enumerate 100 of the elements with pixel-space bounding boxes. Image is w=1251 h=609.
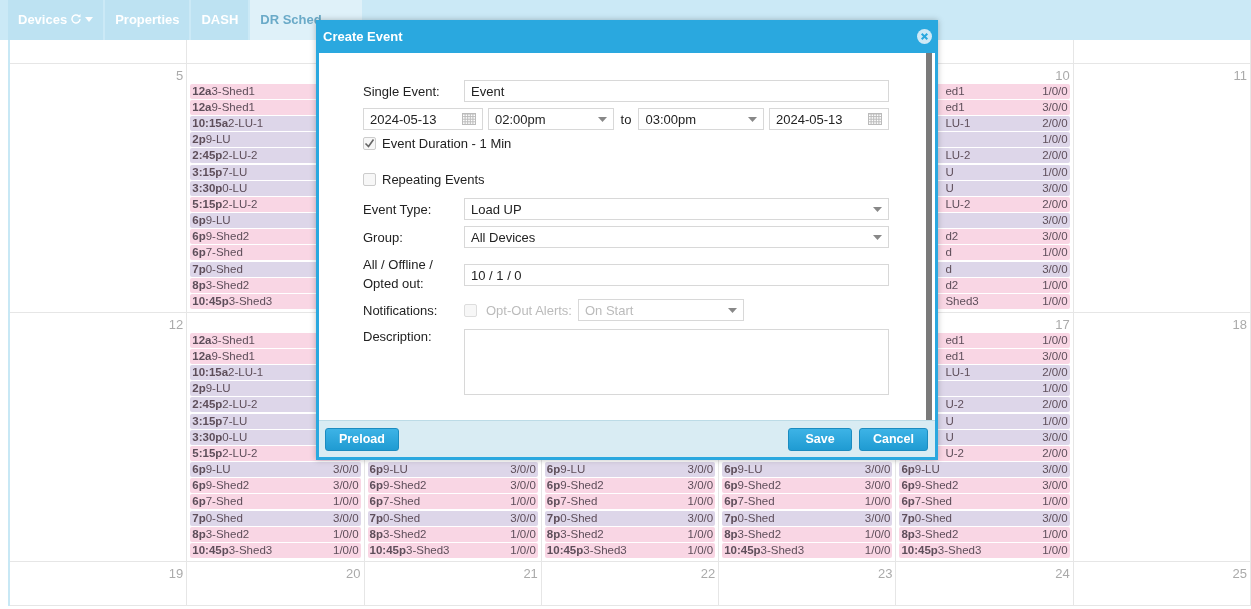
calendar-event[interactable]: 6p9-Shed2 3/0/0	[190, 478, 361, 494]
event-label: 7p0-Shed	[369, 510, 421, 526]
calendar-event[interactable]: 6p9-LU 3/0/0	[722, 462, 893, 478]
date-field[interactable]: 2024-05-13	[363, 108, 483, 130]
calendar-event[interactable]: 10:45p3-Shed3 1/0/0	[367, 543, 538, 558]
event-label: LU-1	[945, 115, 971, 131]
day-number: 24	[1055, 564, 1070, 581]
event-count: 1/0/0	[333, 526, 359, 542]
calendar-event[interactable]: 7p0-Shed 3/0/0	[190, 510, 361, 526]
event-label: 6p9-Shed2	[546, 478, 604, 494]
event-label: 12a9-Shed1	[192, 99, 255, 115]
checkbox[interactable]	[363, 137, 376, 150]
calendar-event[interactable]: 8p3-Shed2 1/0/0	[722, 526, 893, 542]
to-label: to	[620, 111, 632, 127]
calendar-event[interactable]: 6p7-Shed 1/0/0	[899, 494, 1070, 510]
day-number: 23	[877, 564, 893, 581]
event-label: d	[945, 245, 952, 261]
caret-icon	[873, 206, 882, 212]
event-label: 6p9-LU	[192, 213, 231, 229]
event-count: 3/0/0	[1042, 229, 1068, 245]
day-number: 20	[346, 564, 361, 581]
calendar-event[interactable]: 7p0-Shed 3/0/0	[722, 510, 893, 526]
event-label: 10:45p3-Shed3	[192, 543, 273, 558]
calendar-event[interactable]: 6p9-Shed2 3/0/0	[367, 478, 538, 494]
calendar-event[interactable]: 6p9-LU 3/0/0	[899, 462, 1070, 478]
event-label: d	[945, 261, 952, 277]
calendar-event[interactable]: 8p3-Shed2 1/0/0	[544, 526, 716, 542]
event-label: 12a3-Shed1	[192, 83, 255, 99]
calendar-event[interactable]: 6p9-LU 3/0/0	[544, 462, 716, 478]
event-label: 8p3-Shed2	[192, 277, 250, 293]
calendar-event[interactable]: 6p7-Shed 1/0/0	[190, 494, 361, 510]
calendar-event[interactable]: 6p9-Shed2 3/0/0	[899, 478, 1070, 494]
checkbox-label: Opt-Out Alerts:	[486, 302, 572, 318]
event-count: 1/0/0	[333, 543, 359, 558]
calendar-event[interactable]: 6p9-LU 3/0/0	[190, 462, 361, 478]
event-count: 3/0/0	[1042, 429, 1068, 445]
event-label: d2	[945, 229, 959, 245]
scrollbar[interactable]	[926, 53, 932, 420]
calendar-event[interactable]: 8p3-Shed2 1/0/0	[367, 526, 538, 542]
calendar-event[interactable]: 10:45p3-Shed3 1/0/0	[899, 543, 1070, 558]
calendar-event[interactable]: 6p7-Shed 1/0/0	[722, 494, 893, 510]
event-count: 1/0/0	[510, 526, 536, 542]
event-count: 2/0/0	[1042, 196, 1068, 212]
dropdown[interactable]: 03:00pm	[638, 108, 764, 130]
event-count: 3/0/0	[1042, 180, 1068, 196]
field-label: All / Offline / Opted out:	[363, 256, 434, 293]
text-field[interactable]: 10 / 1 / 0	[464, 264, 889, 286]
event-count: 1/0/0	[1042, 332, 1068, 348]
date-field[interactable]: 2024-05-13	[769, 108, 889, 130]
calendar-event[interactable]: 10:45p3-Shed3 1/0/0	[190, 543, 361, 558]
day-number: 10	[1055, 66, 1070, 83]
calendar-event[interactable]: 8p3-Shed2 1/0/0	[190, 526, 361, 542]
event-label: LU-2	[945, 148, 971, 164]
close-icon[interactable]	[917, 29, 932, 44]
event-label: 10:45p3-Shed3	[546, 543, 627, 558]
calendar-event[interactable]: 6p9-Shed2 3/0/0	[544, 478, 716, 494]
event-label: Shed3	[945, 294, 979, 309]
calendar-event[interactable]: 8p3-Shed2 1/0/0	[899, 526, 1070, 542]
dropdown[interactable]: Load UP	[464, 198, 889, 220]
event-label: U	[945, 413, 954, 429]
event-label: U-2	[945, 397, 964, 413]
event-label: 6p7-Shed	[901, 494, 952, 510]
day-number: 12	[168, 315, 184, 332]
event-label: 8p3-Shed2	[901, 526, 959, 542]
calendar-icon[interactable]	[868, 113, 882, 125]
event-label: 2p9-LU	[192, 132, 231, 148]
dropdown[interactable]: 02:00pm	[488, 108, 614, 130]
day-number: 25	[1232, 564, 1247, 581]
calendar-icon[interactable]	[462, 113, 476, 125]
event-count: 3/0/0	[687, 510, 714, 526]
event-count: 3/0/0	[333, 510, 359, 526]
day-number: 19	[168, 564, 184, 581]
event-label: 10:45p3-Shed3	[369, 543, 450, 558]
calendar-event[interactable]: 10:45p3-Shed3 1/0/0	[544, 543, 716, 558]
calendar-event[interactable]: 7p0-Shed 3/0/0	[899, 510, 1070, 526]
calendar-event[interactable]: 7p0-Shed 3/0/0	[544, 510, 716, 526]
event-label: 6p9-Shed2	[192, 478, 250, 494]
calendar-event[interactable]: 6p9-LU 3/0/0	[367, 462, 538, 478]
calendar-event[interactable]: 6p7-Shed 1/0/0	[544, 494, 716, 510]
description-field[interactable]	[464, 329, 889, 395]
event-count: 2/0/0	[1042, 445, 1068, 461]
event-label: 6p7-Shed	[192, 494, 243, 510]
event-count: 2/0/0	[1042, 364, 1068, 380]
calendar-event[interactable]: 6p7-Shed 1/0/0	[367, 494, 538, 510]
event-count: 1/0/0	[864, 526, 891, 542]
calendar-event[interactable]: 10:45p3-Shed3 1/0/0	[722, 543, 893, 558]
calendar-event[interactable]: 7p0-Shed 3/0/0	[367, 510, 538, 526]
event-count: 1/0/0	[687, 543, 714, 558]
event-count: 3/0/0	[333, 462, 359, 478]
calendar-event[interactable]: 6p9-Shed2 3/0/0	[722, 478, 893, 494]
checkbox[interactable]	[363, 173, 376, 186]
text-field[interactable]: Event	[464, 80, 889, 102]
event-label: 6p9-LU	[192, 462, 231, 478]
event-label: 7p0-Shed	[192, 261, 243, 277]
event-count: 1/0/0	[1042, 83, 1068, 99]
event-label: U-2	[945, 445, 964, 461]
event-count: 1/0/0	[1042, 132, 1068, 148]
event-label: 6p9-LU	[546, 462, 586, 478]
dropdown[interactable]: All Devices	[464, 226, 889, 248]
event-label: 6p7-Shed	[369, 494, 421, 510]
